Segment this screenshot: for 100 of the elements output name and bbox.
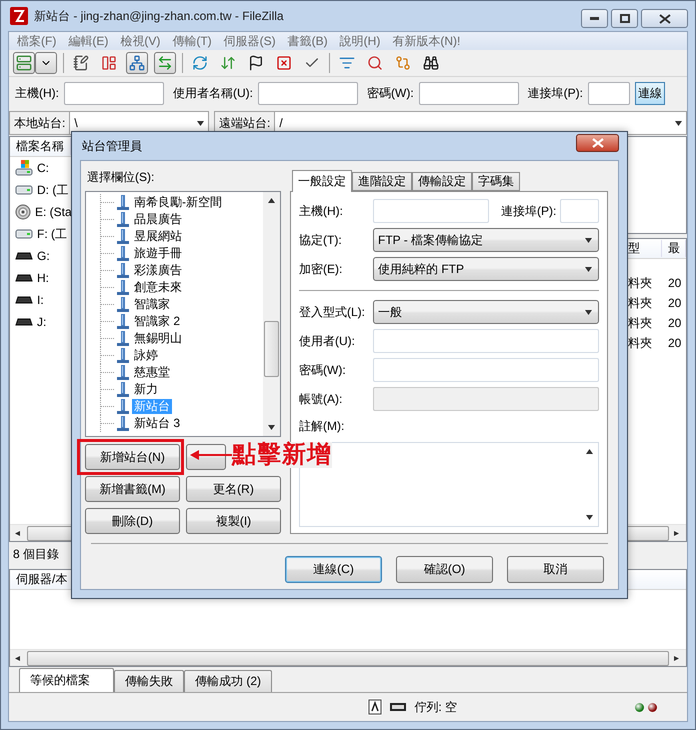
input-field[interactable] <box>373 329 599 353</box>
tree-item[interactable]: 創意未來 <box>132 280 184 295</box>
path-text: / <box>279 116 283 130</box>
menu-item[interactable]: 檢視(V) <box>114 32 166 50</box>
drive-icon <box>15 160 33 176</box>
drive-name[interactable]: I: <box>37 293 44 307</box>
drive-name[interactable]: F: (工 <box>37 226 67 242</box>
compare-icon <box>395 55 411 71</box>
tree-item[interactable]: 新力 <box>132 382 160 397</box>
queue-tab[interactable]: 等候的檔案 <box>19 668 114 692</box>
tree-item[interactable]: 詠婷 <box>132 348 160 363</box>
tree-item[interactable]: 新站台 3 <box>132 416 182 431</box>
field-label: 主機(H): <box>15 84 59 102</box>
server-icon <box>117 229 129 244</box>
server-icon <box>117 212 129 227</box>
dropdown-button[interactable] <box>35 52 57 74</box>
scrollbar-thumb[interactable] <box>27 650 669 666</box>
tree-item[interactable]: 彩漾廣告 <box>132 263 184 278</box>
dialog-button[interactable]: 新增站台(N) <box>85 444 180 470</box>
field-label: 協定(T): <box>299 232 343 248</box>
queue-tab[interactable]: 傳輸失敗 <box>114 670 184 692</box>
drive-icon <box>15 318 33 326</box>
settings-tab[interactable]: 傳輸設定 <box>412 172 472 191</box>
left-arrow-icon <box>15 530 22 536</box>
dialog-button[interactable]: 確認(O) <box>396 556 493 583</box>
dropdown[interactable]: 一般 <box>373 300 599 324</box>
path-text: \ <box>74 116 78 130</box>
led-icon <box>635 702 644 712</box>
maximize-button[interactable] <box>611 9 638 28</box>
settings-tab[interactable]: 字碼集 <box>472 172 520 191</box>
settings-tab[interactable]: 進階設定 <box>352 172 412 191</box>
close-button[interactable] <box>576 134 619 152</box>
cancel-icon <box>276 55 292 71</box>
field-label: 帳號(A): <box>299 390 344 408</box>
drive-name[interactable]: H: <box>37 271 49 285</box>
tree-item[interactable]: 旅遊手冊 <box>132 246 184 261</box>
field-label: 使用者名稱(U): <box>173 84 253 102</box>
drive-name[interactable]: J: <box>37 315 46 329</box>
port-field[interactable] <box>560 199 599 223</box>
tree-item[interactable]: 智識家 2 <box>132 314 182 329</box>
table-cell-text: 20 <box>667 296 682 310</box>
menu-item[interactable]: 檔案(F) <box>11 32 62 50</box>
menu-item[interactable]: 說明(H) <box>334 32 386 50</box>
dialog-button[interactable]: 更名(R) <box>186 476 281 502</box>
drive-name[interactable]: D: (工 <box>37 182 68 198</box>
menu-item[interactable]: 伺服器(S) <box>218 32 282 50</box>
dialog-button[interactable]: 新增書籤(M) <box>85 476 180 502</box>
settings-tab[interactable]: 一般設定 <box>292 170 352 192</box>
caret-icon <box>675 120 682 126</box>
menu-item[interactable]: 有新版本(N)! <box>386 32 466 50</box>
dialog-title: 站台管理員 <box>82 138 142 154</box>
menu-item[interactable]: 書籤(B) <box>282 32 334 50</box>
input-field[interactable] <box>588 82 630 104</box>
table-cell-text: 料夾 <box>627 334 653 352</box>
tree-item[interactable]: 南希良勵-新空間 <box>132 195 224 210</box>
tree-item[interactable]: 智識家 <box>132 297 172 312</box>
close-button[interactable] <box>641 9 688 28</box>
input-field[interactable] <box>373 358 599 382</box>
refresh-icon <box>192 55 208 71</box>
tree-item[interactable]: 品晨廣告 <box>132 212 184 227</box>
server-icon <box>117 382 129 397</box>
drive-name[interactable]: E: (Sta <box>35 205 72 219</box>
column-header[interactable]: 最 <box>662 240 686 257</box>
host-field[interactable] <box>373 199 489 223</box>
blank-button[interactable] <box>186 444 226 470</box>
input-field[interactable] <box>418 82 519 104</box>
drive-icon <box>15 229 33 239</box>
caret-icon <box>585 266 592 272</box>
tree-item[interactable]: 昱展網站 <box>132 229 184 244</box>
scrollbar-thumb[interactable] <box>264 321 279 377</box>
field-label: 連接埠(P): <box>528 84 583 102</box>
table-cell-text: 料夾 <box>627 274 653 292</box>
document-icon <box>368 699 382 715</box>
drive-name[interactable]: G: <box>37 249 50 263</box>
dialog-button[interactable]: 複製(I) <box>186 508 281 534</box>
dropdown[interactable]: 使用純粹的 FTP <box>373 257 599 281</box>
tree-item[interactable]: 無錫明山 <box>132 331 184 346</box>
dialog-button[interactable]: 取消 <box>507 556 604 583</box>
dialog-button[interactable]: 刪除(D) <box>85 508 180 534</box>
table-cell-text: 20 <box>667 316 682 330</box>
tree-item[interactable]: 慈惠堂 <box>132 365 172 380</box>
filter-icon <box>339 55 355 71</box>
drive-name[interactable]: C: <box>37 161 49 175</box>
queue-tab[interactable]: 傳輸成功 (2) <box>184 670 272 692</box>
swap-icon <box>157 55 173 71</box>
input-field[interactable] <box>258 82 358 104</box>
input-field[interactable] <box>64 82 164 104</box>
menu-item[interactable]: 編輯(E) <box>62 32 114 50</box>
app-logo-icon <box>10 7 28 25</box>
server-icon <box>117 331 129 346</box>
quickconnect-button[interactable]: 連線 <box>635 82 665 104</box>
field-label: 使用者(U): <box>299 332 356 350</box>
minimize-button[interactable] <box>581 9 608 28</box>
dropdown[interactable]: FTP - 檔案傳輸協定 <box>373 228 599 252</box>
queue-status: 佇列: 空 <box>414 698 457 716</box>
close-icon <box>592 138 604 148</box>
directory-count: 8 個目錄 <box>13 546 60 562</box>
dialog-button[interactable]: 連線(C) <box>285 556 382 583</box>
table-cell-text: 料夾 <box>627 294 653 312</box>
menu-item[interactable]: 傳輸(T) <box>166 32 218 50</box>
